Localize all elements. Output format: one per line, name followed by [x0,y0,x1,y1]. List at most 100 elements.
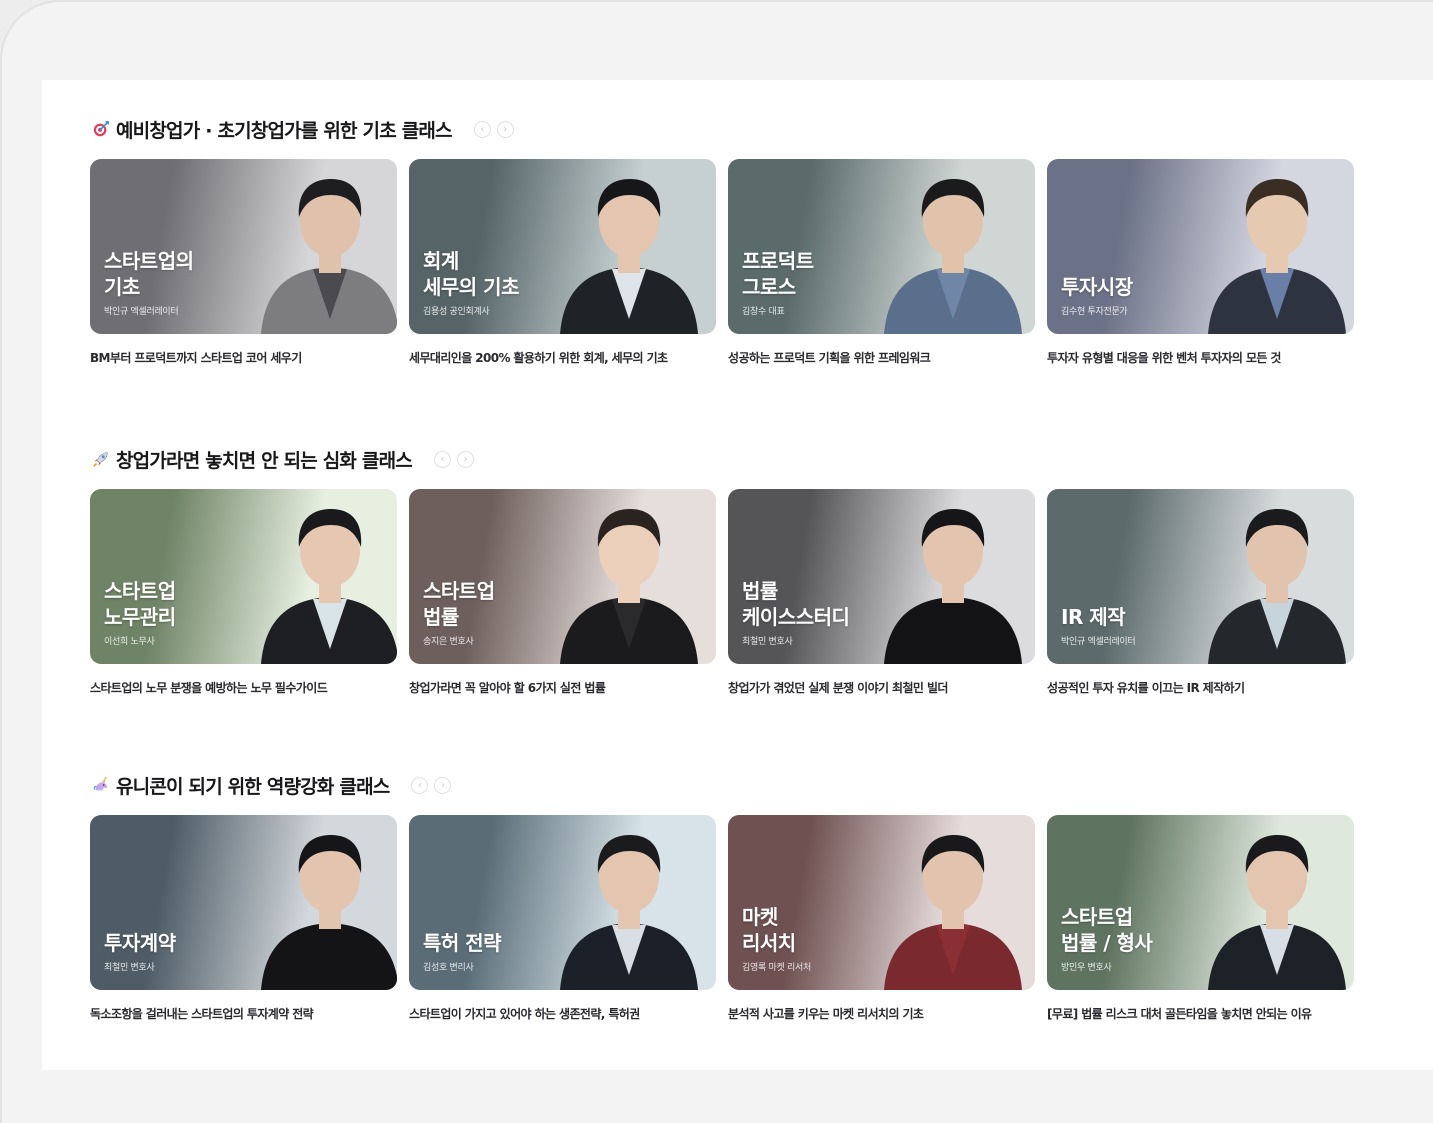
rocket-icon [90,448,112,470]
section-carousel-nav: ‹ › [473,120,514,138]
instructor-name: 송지은 변호사 [423,637,474,647]
class-card[interactable]: IR 제작박인규 엑셀러레이터성공적인 투자 유치를 이끄는 IR 제작하기 [1047,489,1354,698]
prev-arrow-icon[interactable]: ‹ [411,776,429,794]
class-description[interactable]: 분석적 사고를 키우는 마켓 리서치의 기초 [728,1004,1035,1024]
class-card[interactable]: 법률 케이스스터디최철민 변호사창업가가 겪었던 실제 분쟁 이야기 최철민 빌… [728,489,1035,698]
instructor-photo [878,159,1028,334]
class-title: 회계 세무의 기초 [423,249,519,299]
next-arrow-icon[interactable]: › [456,450,474,468]
class-thumbnail[interactable]: 스타트업 법률 / 형사방민우 변호사 [1047,815,1354,990]
class-thumbnail[interactable]: 스타트업 노무관리 이선희 노무사 [90,489,397,664]
instructor-photo [554,489,704,664]
section-header: 유니콘이 되기 위한 역량강화 클래스 ‹ › [90,770,1370,800]
class-title: 스타트업의 기초 [104,249,194,299]
class-title: 마켓 리서치 [742,905,796,955]
class-title: 투자시장 [1061,275,1133,299]
class-card[interactable]: 스타트업 노무관리 이선희 노무사스타트업의 노무 분쟁을 예방하는 노무 필수가… [90,489,397,698]
thumbnail-caption: 법률 케이스스터디최철민 변호사 [742,578,850,647]
class-description[interactable]: 성공적인 투자 유치를 이끄는 IR 제작하기 [1047,678,1354,698]
class-thumbnail[interactable]: 스타트업의 기초박인규 엑셀러레이터 [90,159,397,334]
class-card-list: 투자계약 최철민 변호사 독소조항을 걸러내는 스타트업의 투자계약 전략 특허 전략… [90,815,1370,1024]
instructor-name: 박인규 엑셀러레이터 [1061,637,1136,647]
prev-arrow-icon[interactable]: ‹ [433,450,451,468]
instructor-name: 최철민 변호사 [742,637,793,647]
class-title: 법률 케이스스터디 [742,579,850,629]
class-title: 스타트업 법률 / 형사 [1061,905,1153,955]
instructor-photo [554,815,704,990]
instructor-photo [255,815,397,990]
thumbnail-caption: IR 제작박인규 엑셀러레이터 [1061,604,1136,647]
class-description[interactable]: 투자자 유형별 대응을 위한 벤처 투자자의 모든 것 [1047,348,1354,368]
section-title: 창업가라면 놓치면 안 되는 심화 클래스 [116,449,413,472]
class-thumbnail[interactable]: 투자계약최철민 변호사 [90,815,397,990]
class-card-list: 스타트업의 기초박인규 엑셀러레이터 BM부터 프로덕트까지 스타트업 코어 세우… [90,159,1370,368]
instructor-name: 김성호 변리사 [423,963,474,973]
class-thumbnail[interactable]: 마켓 리서치김영록 마켓 리서처 [728,815,1035,990]
instructor-name: 방민우 변호사 [1061,963,1112,973]
class-thumbnail[interactable]: 투자시장김수현 투자전문가 [1047,159,1354,334]
thumbnail-caption: 투자시장김수현 투자전문가 [1061,274,1133,317]
thumbnail-caption: 특허 전략김성호 변리사 [423,930,502,973]
class-title: 프로덕트 그로스 [742,249,814,299]
class-card[interactable]: 스타트업 법률송지은 변호사창업가라면 꼭 알아야 할 6가지 실전 법률 [409,489,716,698]
thumbnail-caption: 마켓 리서치김영록 마켓 리서처 [742,904,811,973]
instructor-photo [1202,489,1352,664]
next-arrow-icon[interactable]: › [434,776,452,794]
next-arrow-icon[interactable]: › [496,120,514,138]
section-header: 창업가라면 놓치면 안 되는 심화 클래스 ‹ › [90,444,1370,474]
instructor-name: 이선희 노무사 [104,637,155,647]
instructor-photo [554,159,704,334]
class-description[interactable]: 창업가라면 꼭 알아야 할 6가지 실전 법률 [409,678,716,698]
class-thumbnail[interactable]: 법률 케이스스터디최철민 변호사 [728,489,1035,664]
thumbnail-caption: 회계 세무의 기초김용성 공인회계사 [423,248,519,317]
class-card[interactable]: 특허 전략김성호 변리사스타트업이 가지고 있어야 하는 생존전략, 특허권 [409,815,716,1024]
class-section: 예비창업가 · 초기창업가를 위한 기초 클래스 ‹ › 스타트업의 기초 박인규 엑셀… [90,114,1370,368]
page-content: 예비창업가 · 초기창업가를 위한 기초 클래스 ‹ › 스타트업의 기초 박인규 엑셀… [42,80,1433,1070]
instructor-name: 김수현 투자전문가 [1061,307,1128,317]
target-icon [90,118,112,140]
thumbnail-caption: 스타트업 법률 / 형사방민우 변호사 [1061,904,1153,973]
class-description[interactable]: 스타트업이 가지고 있어야 하는 생존전략, 특허권 [409,1004,716,1024]
instructor-name: 김용성 공인회계사 [423,307,490,317]
thumbnail-caption: 프로덕트 그로스 김창수 대표 [742,248,814,317]
class-card[interactable]: 회계 세무의 기초김용성 공인회계사세무대리인을 200% 활용하기 위한 회계… [409,159,716,368]
class-card[interactable]: 마켓 리서치김영록 마켓 리서처분석적 사고를 키우는 마켓 리서치의 기초 [728,815,1035,1024]
instructor-name: 최철민 변호사 [104,963,155,973]
class-description[interactable]: 독소조항을 걸러내는 스타트업의 투자계약 전략 [90,1004,397,1024]
section-title: 유니콘이 되기 위한 역량강화 클래스 [116,775,390,798]
class-title: IR 제작 [1061,605,1126,629]
class-title: 스타트업 법률 [423,579,495,629]
class-thumbnail[interactable]: 프로덕트 그로스 김창수 대표 [728,159,1035,334]
section-carousel-nav: ‹ › [433,450,474,468]
class-thumbnail[interactable]: 특허 전략김성호 변리사 [409,815,716,990]
class-thumbnail[interactable]: 스타트업 법률송지은 변호사 [409,489,716,664]
thumbnail-caption: 스타트업 법률송지은 변호사 [423,578,495,647]
thumbnail-caption: 스타트업의 기초박인규 엑셀러레이터 [104,248,194,317]
class-section: 유니콘이 되기 위한 역량강화 클래스 ‹ › 투자계약 최철민 변호사 독소조항을 걸러… [90,770,1370,1024]
class-card[interactable]: 투자시장김수현 투자전문가투자자 유형별 대응을 위한 벤처 투자자의 모든 것 [1047,159,1354,368]
class-description[interactable]: 창업가가 겪었던 실제 분쟁 이야기 최철민 빌더 [728,678,1035,698]
instructor-name: 김영록 마켓 리서처 [742,963,811,973]
class-section: 창업가라면 놓치면 안 되는 심화 클래스 ‹ › 스타트업 노무관리 이선희 노무사 스… [90,444,1370,698]
class-description[interactable]: 성공하는 프로덕트 기획을 위한 프레임워크 [728,348,1035,368]
class-card-list: 스타트업 노무관리 이선희 노무사스타트업의 노무 분쟁을 예방하는 노무 필수가… [90,489,1370,698]
class-description[interactable]: 스타트업의 노무 분쟁을 예방하는 노무 필수가이드 [90,678,397,698]
prev-arrow-icon[interactable]: ‹ [473,120,491,138]
class-description[interactable]: 세무대리인을 200% 활용하기 위한 회계, 세무의 기초 [409,348,716,368]
class-thumbnail[interactable]: IR 제작박인규 엑셀러레이터 [1047,489,1354,664]
instructor-photo [878,489,1028,664]
class-card[interactable]: 스타트업 법률 / 형사방민우 변호사 [무료] 법률 리스크 대처 골든타임을 … [1047,815,1354,1024]
class-card[interactable]: 스타트업의 기초박인규 엑셀러레이터 BM부터 프로덕트까지 스타트업 코어 세우… [90,159,397,368]
class-card[interactable]: 프로덕트 그로스 김창수 대표성공하는 프로덕트 기획을 위한 프레임워크 [728,159,1035,368]
class-thumbnail[interactable]: 회계 세무의 기초김용성 공인회계사 [409,159,716,334]
class-card[interactable]: 투자계약최철민 변호사독소조항을 걸러내는 스타트업의 투자계약 전략 [90,815,397,1024]
device-frame: 예비창업가 · 초기창업가를 위한 기초 클래스 ‹ › 스타트업의 기초 박인규 엑셀… [0,0,1433,1123]
instructor-photo [878,815,1028,990]
class-description[interactable]: [무료] 법률 리스크 대처 골든타임을 놓치면 안되는 이유 [1047,1004,1354,1024]
class-title: 투자계약 [104,931,176,955]
instructor-name: 박인규 엑셀러레이터 [104,307,179,317]
section-carousel-nav: ‹ › [411,776,452,794]
class-title: 특허 전략 [423,931,502,955]
class-description[interactable]: BM부터 프로덕트까지 스타트업 코어 세우기 [90,348,397,368]
section-title: 예비창업가 · 초기창업가를 위한 기초 클래스 [116,119,453,142]
